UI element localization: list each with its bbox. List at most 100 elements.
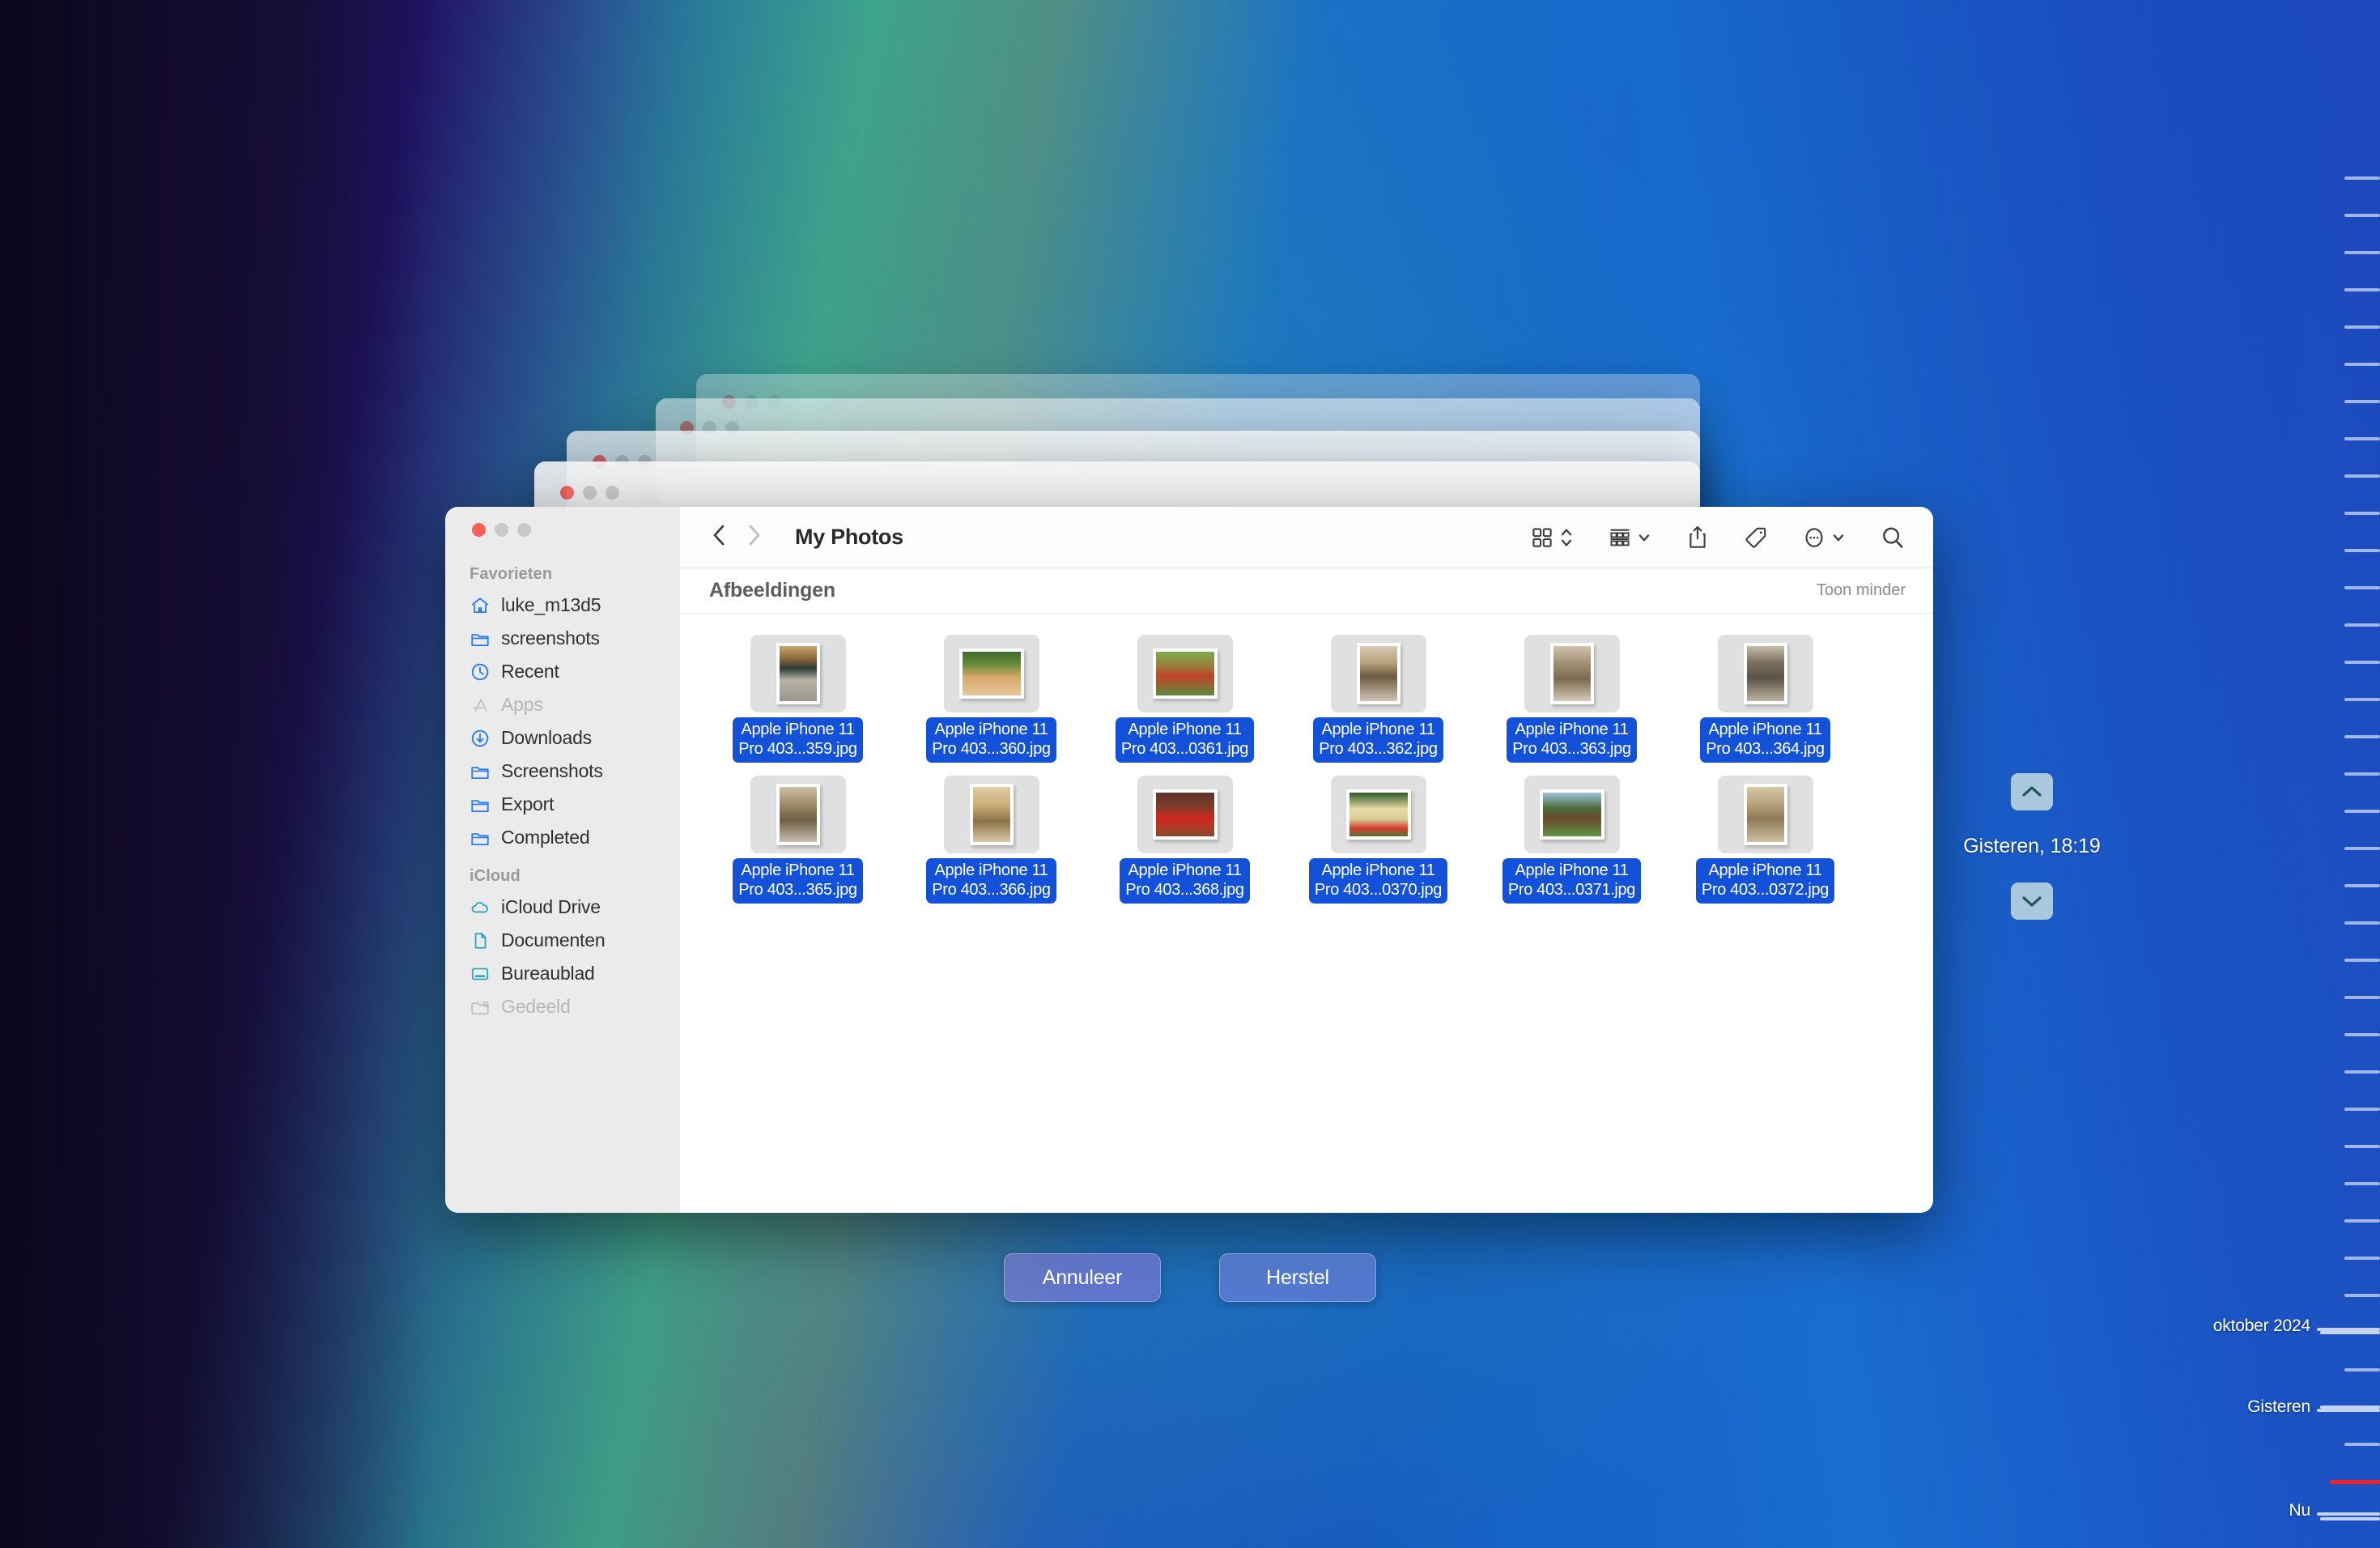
timeline-tick[interactable] xyxy=(2344,512,2380,515)
sidebar-item-documenten[interactable]: Documenten xyxy=(445,924,680,957)
timeline-current-marker[interactable] xyxy=(2330,1480,2380,1484)
timeline-tick[interactable] xyxy=(2344,549,2380,552)
close-button[interactable] xyxy=(472,523,486,537)
cancel-button[interactable]: Annuleer xyxy=(1004,1253,1161,1302)
timeline-tick[interactable] xyxy=(2344,437,2380,440)
timeline-tick[interactable] xyxy=(2344,363,2380,366)
timeline-tick[interactable] xyxy=(2344,847,2380,850)
restore-button[interactable]: Herstel xyxy=(1219,1253,1376,1302)
file-name-label[interactable]: Apple iPhone 11 Pro 403...364.jpg xyxy=(1700,717,1830,763)
timeline-ruler[interactable]: oktober 2024 Gisteren Nu xyxy=(2137,0,2380,1548)
traffic-lights[interactable] xyxy=(472,523,531,537)
sidebar-item-screenshots-capital[interactable]: Screenshots xyxy=(445,755,680,788)
timeline-tick[interactable] xyxy=(2344,176,2380,180)
file-item[interactable]: Apple iPhone 11 Pro 403...0361.jpg xyxy=(1088,635,1281,763)
file-item[interactable]: Apple iPhone 11 Pro 403...360.jpg xyxy=(895,635,1088,763)
next-snapshot-button[interactable] xyxy=(2011,882,2053,920)
file-item[interactable]: Apple iPhone 11 Pro 403...368.jpg xyxy=(1088,775,1281,904)
more-actions-button[interactable] xyxy=(1802,525,1846,550)
file-item[interactable]: Apple iPhone 11 Pro 403...0371.jpg xyxy=(1475,775,1668,904)
timeline-tick[interactable] xyxy=(2344,735,2380,738)
timeline-tick-major[interactable] xyxy=(2317,1512,2380,1516)
file-name-label[interactable]: Apple iPhone 11 Pro 403...0371.jpg xyxy=(1502,857,1642,904)
sidebar-item-label: Apps xyxy=(501,694,543,715)
timeline-tick[interactable] xyxy=(2344,1182,2380,1185)
zoom-button[interactable] xyxy=(517,523,531,537)
sidebar-item-completed[interactable]: Completed xyxy=(445,821,680,854)
sidebar-item-gedeeld[interactable]: Gedeeld xyxy=(445,990,680,1023)
finder-toolbar[interactable]: My Photos xyxy=(680,507,1933,568)
file-item[interactable]: Apple iPhone 11 Pro 403...0372.jpg xyxy=(1668,775,1862,904)
timeline-tick[interactable] xyxy=(2320,1331,2380,1334)
file-item[interactable]: Apple iPhone 11 Pro 403...365.jpg xyxy=(701,775,895,904)
file-name-label[interactable]: Apple iPhone 11 Pro 403...362.jpg xyxy=(1313,717,1443,763)
timeline-tick[interactable] xyxy=(2344,1070,2380,1074)
timeline-tick[interactable] xyxy=(2344,772,2380,776)
timeline-tick[interactable] xyxy=(2344,586,2380,589)
file-thumbnail xyxy=(1524,775,1620,853)
timeline-tick[interactable] xyxy=(2344,288,2380,291)
sidebar-item-bureaublad[interactable]: Bureaublad xyxy=(445,957,680,990)
sidebar-item-downloads[interactable]: Downloads xyxy=(445,721,680,755)
finder-sidebar[interactable]: Favorieten luke_m13d5 screenshots Recent xyxy=(445,507,680,1213)
share-button[interactable] xyxy=(1685,525,1710,551)
timeline-tick[interactable] xyxy=(2344,1219,2380,1223)
timeline-tick[interactable] xyxy=(2344,1145,2380,1148)
traffic-lights[interactable] xyxy=(560,486,619,500)
file-name-label[interactable]: Apple iPhone 11 Pro 403...359.jpg xyxy=(733,717,863,763)
file-name-label[interactable]: Apple iPhone 11 Pro 403...363.jpg xyxy=(1507,717,1637,763)
timeline-tick[interactable] xyxy=(2344,661,2380,664)
file-item[interactable]: Apple iPhone 11 Pro 403...362.jpg xyxy=(1281,635,1475,763)
finder-window[interactable]: Favorieten luke_m13d5 screenshots Recent xyxy=(445,507,1933,1213)
previous-snapshot-button[interactable] xyxy=(2011,773,2053,810)
timeline-tick[interactable] xyxy=(2344,214,2380,217)
sidebar-item-apps[interactable]: Apps xyxy=(445,688,680,721)
file-name-label[interactable]: Apple iPhone 11 Pro 403...0361.jpg xyxy=(1115,717,1255,763)
group-by-button[interactable] xyxy=(1608,525,1651,550)
timeline-tick[interactable] xyxy=(2344,996,2380,999)
timeline-tick[interactable] xyxy=(2344,1443,2380,1446)
minimize-button[interactable] xyxy=(495,523,508,537)
forward-button[interactable] xyxy=(743,521,777,553)
file-name-label[interactable]: Apple iPhone 11 Pro 403...0370.jpg xyxy=(1308,857,1448,904)
timeline-tick[interactable] xyxy=(2344,1368,2380,1372)
file-item[interactable]: Apple iPhone 11 Pro 403...364.jpg xyxy=(1668,635,1862,763)
back-button[interactable] xyxy=(709,521,743,553)
timeline-tick[interactable] xyxy=(2344,325,2380,329)
show-less-button[interactable]: Toon minder xyxy=(1817,581,1906,600)
icon-view-button[interactable] xyxy=(1530,525,1574,550)
sidebar-item-icloud-drive[interactable]: iCloud Drive xyxy=(445,891,680,924)
sidebar-item-recent[interactable]: Recent xyxy=(445,655,680,688)
timeline-tick[interactable] xyxy=(2344,623,2380,627)
timeline-tick[interactable] xyxy=(2320,1517,2380,1520)
timeline-tick[interactable] xyxy=(2344,1033,2380,1036)
file-item[interactable]: Apple iPhone 11 Pro 403...359.jpg xyxy=(701,635,895,763)
timeline-tick-major[interactable] xyxy=(2317,1409,2380,1412)
timeline-tick[interactable] xyxy=(2344,959,2380,962)
file-name-label[interactable]: Apple iPhone 11 Pro 403...360.jpg xyxy=(926,717,1056,763)
search-button[interactable] xyxy=(1880,525,1906,551)
timeline-tick[interactable] xyxy=(2344,884,2380,887)
timeline-tick[interactable] xyxy=(2344,400,2380,403)
timeline-tick[interactable] xyxy=(2344,474,2380,478)
timeline-tick[interactable] xyxy=(2344,1108,2380,1111)
timeline-tick[interactable] xyxy=(2344,921,2380,925)
sidebar-item-luke_m13d5[interactable]: luke_m13d5 xyxy=(445,589,680,622)
file-name-label[interactable]: Apple iPhone 11 Pro 403...366.jpg xyxy=(926,857,1056,904)
file-item[interactable]: Apple iPhone 11 Pro 403...363.jpg xyxy=(1475,635,1668,763)
tags-button[interactable] xyxy=(1744,525,1768,550)
file-item[interactable]: Apple iPhone 11 Pro 403...366.jpg xyxy=(895,775,1088,904)
sidebar-item-screenshots[interactable]: screenshots xyxy=(445,622,680,655)
file-name-label[interactable]: Apple iPhone 11 Pro 403...368.jpg xyxy=(1120,857,1250,904)
timeline-tick-major[interactable] xyxy=(2317,1328,2380,1331)
sidebar-item-export[interactable]: Export xyxy=(445,788,680,821)
timeline-tick[interactable] xyxy=(2344,251,2380,254)
timeline-tick[interactable] xyxy=(2344,1294,2380,1297)
timeline-tick[interactable] xyxy=(2344,810,2380,813)
timeline-tick[interactable] xyxy=(2344,1257,2380,1260)
timeline-tick[interactable] xyxy=(2344,698,2380,701)
file-name-label[interactable]: Apple iPhone 11 Pro 403...365.jpg xyxy=(733,857,863,904)
file-item[interactable]: Apple iPhone 11 Pro 403...0370.jpg xyxy=(1281,775,1475,904)
file-name-label[interactable]: Apple iPhone 11 Pro 403...0372.jpg xyxy=(1695,857,1835,904)
file-grid[interactable]: Apple iPhone 11 Pro 403...359.jpg Apple i… xyxy=(680,614,1933,1213)
